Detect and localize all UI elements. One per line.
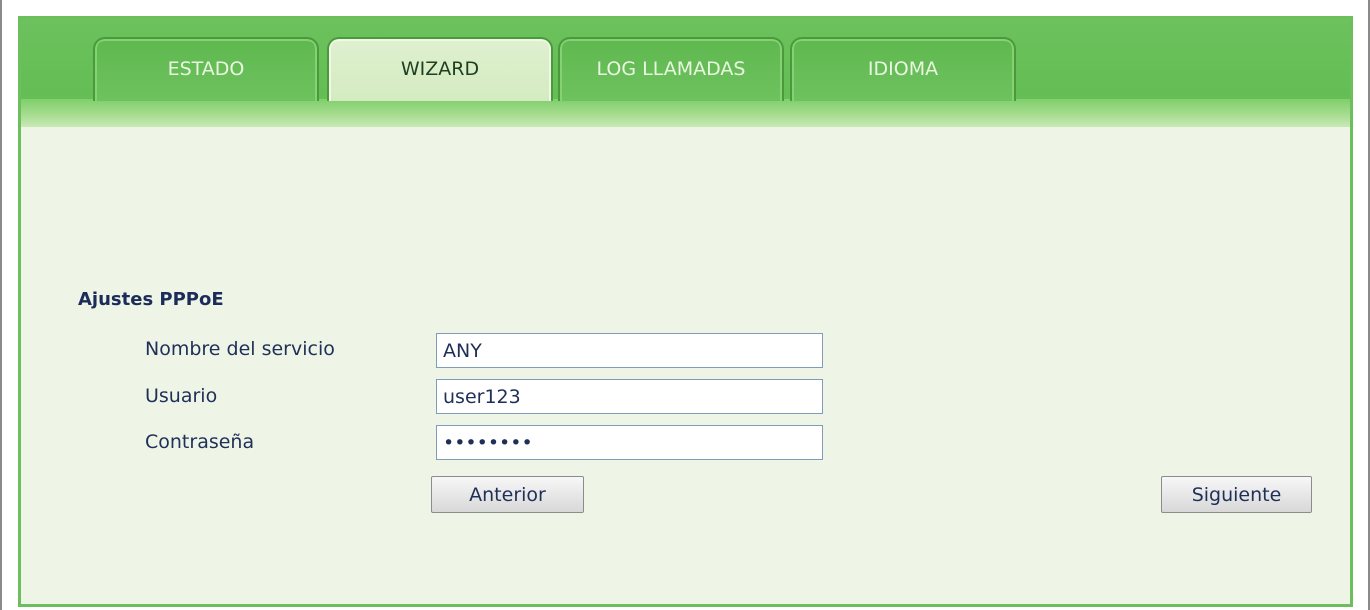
back-button[interactable]: Anterior <box>431 476 584 513</box>
password-input[interactable] <box>436 425 823 460</box>
user-label: Usuario <box>145 385 218 407</box>
tab-idioma[interactable]: IDIOMA <box>790 37 1016 101</box>
section-title: Ajustes PPPoE <box>78 289 224 310</box>
tab-wizard[interactable]: WIZARD <box>327 37 553 101</box>
header-strip <box>21 99 1350 127</box>
service-name-label: Nombre del servicio <box>145 338 335 360</box>
next-button[interactable]: Siguiente <box>1161 476 1312 513</box>
user-input[interactable] <box>436 379 823 414</box>
service-name-input[interactable] <box>436 333 823 368</box>
tab-estado[interactable]: ESTADO <box>93 37 319 101</box>
password-label: Contraseña <box>145 431 255 453</box>
tab-log-llamadas[interactable]: LOG LLAMADAS <box>558 37 784 101</box>
main-frame: ESTADO WIZARD LOG LLAMADAS IDIOMA Ajuste… <box>18 16 1353 607</box>
header-bar: ESTADO WIZARD LOG LLAMADAS IDIOMA <box>21 19 1350 127</box>
